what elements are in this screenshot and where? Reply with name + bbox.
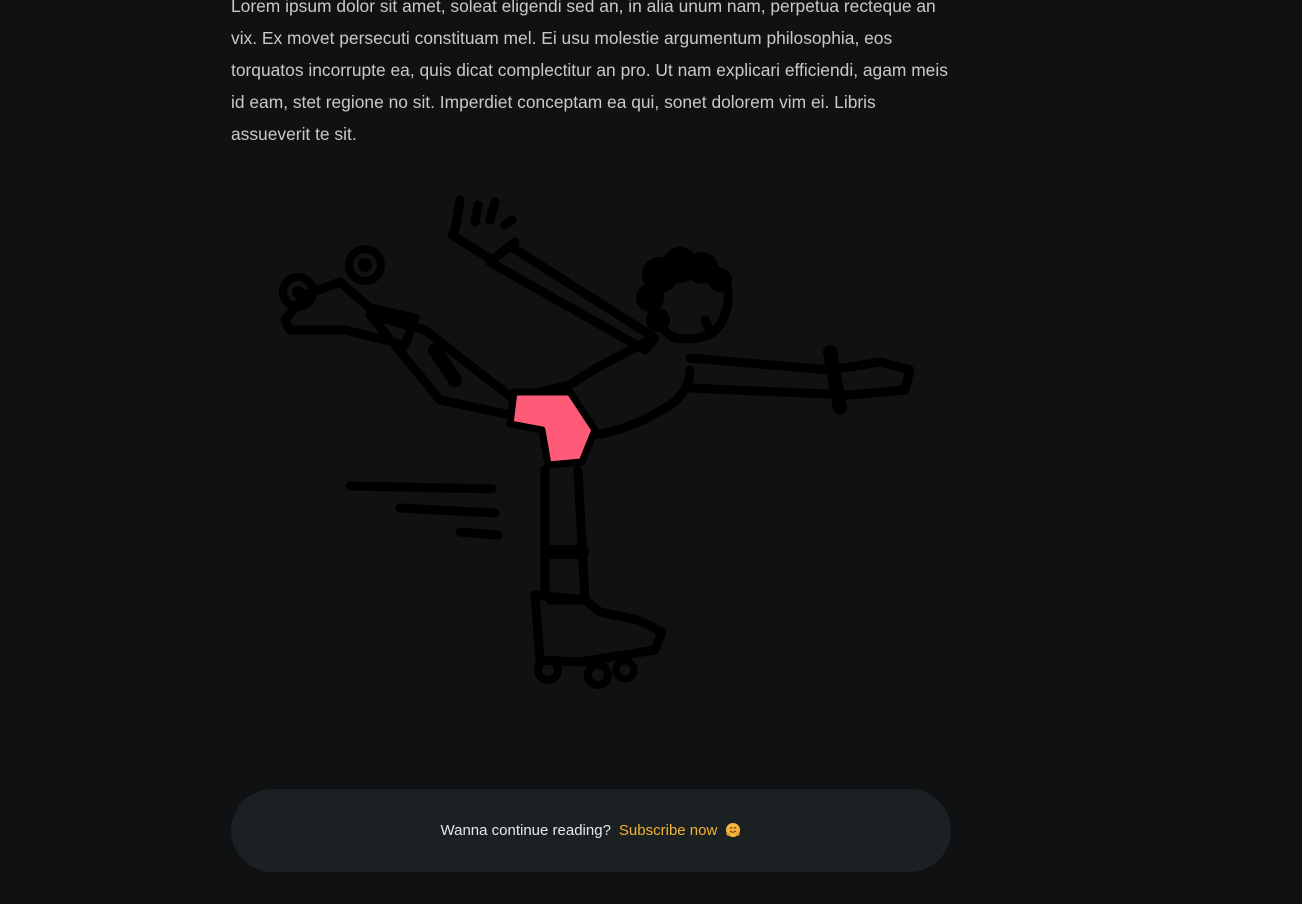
subscribe-banner: Wanna continue reading? Subscribe now bbox=[231, 789, 951, 872]
cta-prompt: Wanna continue reading? bbox=[440, 822, 611, 839]
roller-skater-illustration bbox=[279, 195, 915, 689]
article-paragraph: Lorem ipsum dolor sit amet, soleat elige… bbox=[231, 0, 948, 144]
subscribe-link[interactable]: Subscribe now bbox=[619, 822, 742, 839]
hugging-face-icon bbox=[726, 823, 741, 837]
subscribe-link-label[interactable]: Subscribe now bbox=[619, 822, 717, 839]
page: Lorem ipsum dolor sit amet, soleat elige… bbox=[0, 0, 1302, 904]
